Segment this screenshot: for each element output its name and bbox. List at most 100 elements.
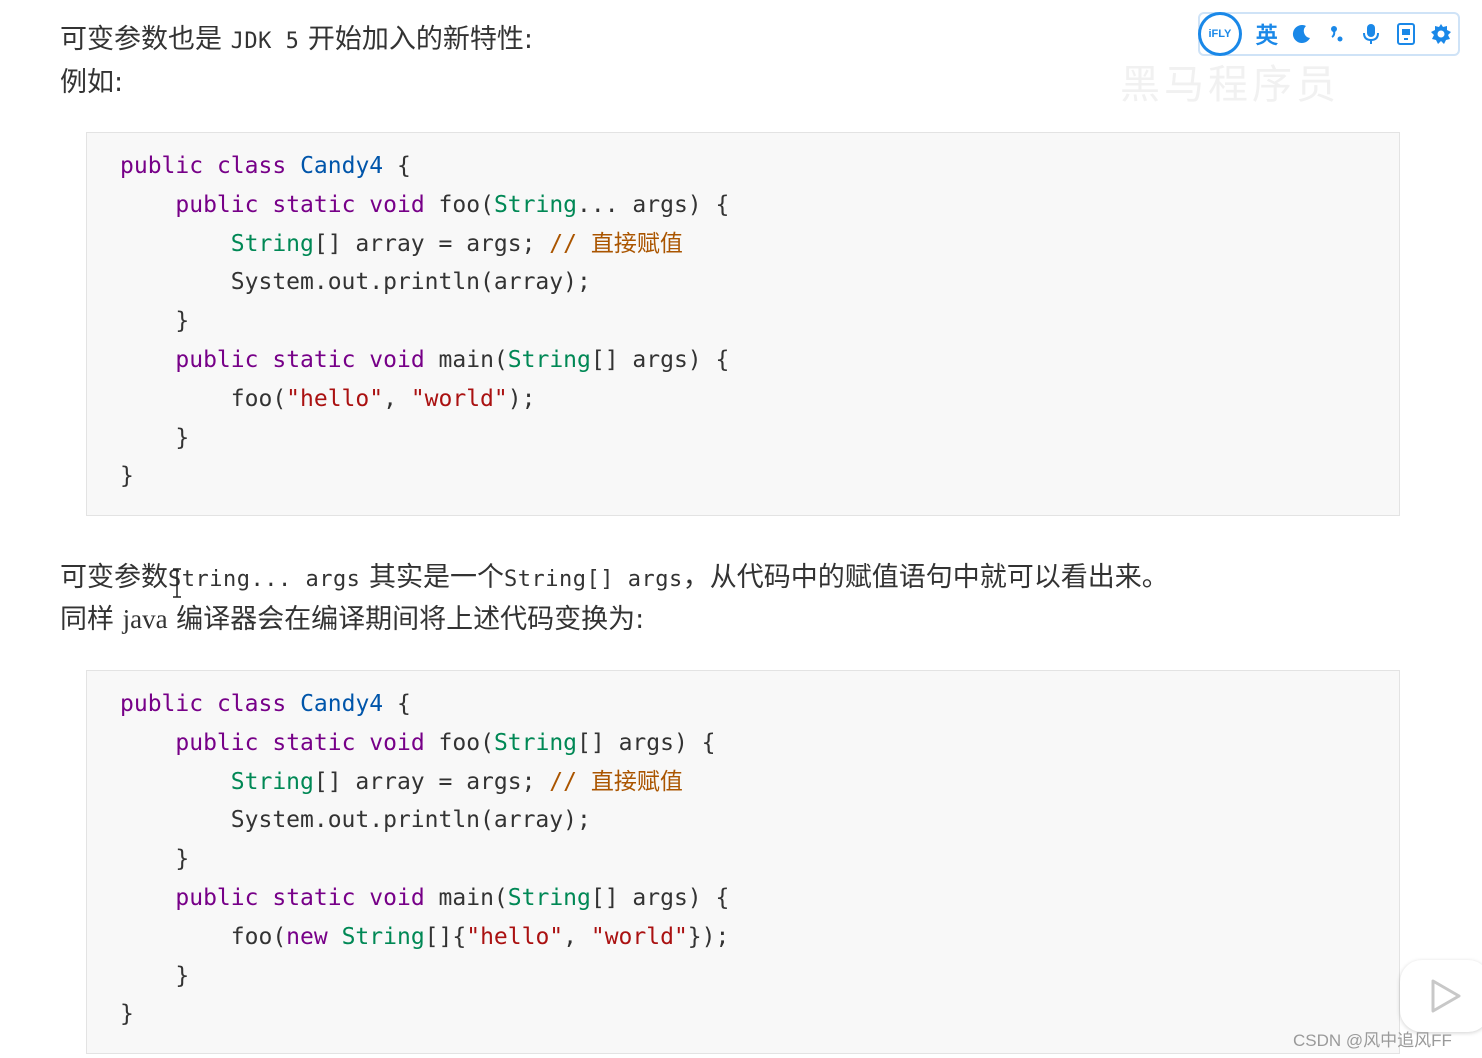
explanation-java-word: java xyxy=(122,604,168,634)
code-line: System.out.println(array); xyxy=(120,263,1399,302)
code-token: [] array = args; xyxy=(313,230,550,257)
punctuation-icon[interactable] xyxy=(1320,17,1354,51)
code-token: System.out.println(array); xyxy=(120,807,591,834)
code-line: } xyxy=(120,840,1399,879)
code-token: public xyxy=(120,691,204,717)
code-line: public class Candy4 { xyxy=(120,685,1399,724)
code-token: } xyxy=(120,846,190,873)
ifly-toolbar: iFLY 英 xyxy=(1198,12,1460,56)
microphone-icon[interactable] xyxy=(1354,17,1388,51)
code-token: main( xyxy=(424,346,508,373)
code-token: static xyxy=(272,729,356,756)
code-token: String xyxy=(507,346,591,373)
code-token: foo( xyxy=(424,191,494,218)
code-token: [] args) { xyxy=(590,884,730,911)
background-watermark: 黑马程序员 xyxy=(1120,62,1340,108)
code-token: System.out.println(array); xyxy=(120,269,591,296)
moon-icon[interactable] xyxy=(1285,17,1319,51)
code-token: new xyxy=(286,923,328,950)
code-token: foo( xyxy=(120,385,287,412)
code-token: String xyxy=(230,768,314,795)
code-token: 直接赋值 xyxy=(590,230,683,257)
code-token: static xyxy=(272,191,356,218)
code-line: } xyxy=(120,302,1399,341)
keyboard-icon[interactable] xyxy=(1389,17,1423,51)
code-token: class xyxy=(216,691,287,717)
code-token: ); xyxy=(507,385,536,412)
code-token: // xyxy=(549,230,591,257)
explanation-line-2-prefix: 同样 xyxy=(60,604,114,635)
code-block-varargs: public class Candy4 { public static void… xyxy=(86,132,1400,516)
code-token: String xyxy=(493,191,578,218)
explanation-code-array: String[] args xyxy=(504,567,683,592)
ifly-logo[interactable]: iFLY xyxy=(1198,12,1242,56)
explanation-text-2: 其实是一个 xyxy=(369,562,505,593)
code-line: } xyxy=(120,995,1399,1034)
code-line: foo(new String[]{"hello", "world"}); xyxy=(120,918,1399,957)
code-line: String[] array = args; // 直接赋值 xyxy=(120,225,1399,264)
code-line: public static void foo(String[] args) { xyxy=(120,724,1399,763)
code-token: "hello" xyxy=(466,923,564,950)
code-token: []{ xyxy=(424,923,467,950)
play-icon xyxy=(1431,979,1461,1013)
code-line: } xyxy=(120,419,1399,458)
intro-line-1-suffix: 开始加入的新特性: xyxy=(307,24,534,55)
code-line: public static void main(String[] args) { xyxy=(120,341,1399,380)
code-token: String xyxy=(341,923,425,950)
code-line: System.out.println(array); xyxy=(120,801,1399,840)
code-line: String[] array = args; // 直接赋值 xyxy=(120,763,1399,802)
code-token: } xyxy=(120,463,134,490)
settings-icon[interactable] xyxy=(1424,17,1458,51)
code-token: String xyxy=(230,230,314,257)
code-line: foo("hello", "world"); xyxy=(120,380,1399,419)
csdn-credit: CSDN @风中追风FF xyxy=(1293,1031,1452,1050)
code-token: [] args) { xyxy=(590,346,730,373)
code-token: public xyxy=(175,729,259,756)
code-token: "world" xyxy=(590,923,688,950)
code-line: public class Candy4 { xyxy=(120,147,1399,186)
code-token: public xyxy=(175,191,259,218)
code-token: , xyxy=(383,385,411,412)
text-cursor-icon xyxy=(173,568,181,598)
code-token: public xyxy=(175,884,259,911)
code-token: void xyxy=(369,191,425,218)
video-play-button[interactable] xyxy=(1400,960,1482,1032)
code-token: } xyxy=(120,1001,134,1028)
code-token: , xyxy=(563,923,591,950)
explanation-line-1: 可变参数String... args 其实是一个String[] args，从代… xyxy=(60,556,1169,601)
code-token: "world" xyxy=(410,385,508,412)
intro-line-1-prefix: 可变参数也是 xyxy=(60,24,222,55)
code-token: foo( xyxy=(424,729,494,756)
code-block-desugared: public class Candy4 { public static void… xyxy=(86,670,1400,1054)
code-token: Candy4 xyxy=(300,691,384,717)
code-token: } xyxy=(120,962,190,989)
code-token: void xyxy=(369,729,425,756)
code-token: main( xyxy=(424,884,508,911)
code-line: public static void main(String[] args) { xyxy=(120,879,1399,918)
language-toggle-button[interactable]: 英 xyxy=(1250,17,1284,51)
code-token: 直接赋值 xyxy=(590,768,683,795)
explanation-text-3: ，从代码中的赋值语句中就可以看出来。 xyxy=(682,562,1169,593)
explanation-text-1: 可变参数 xyxy=(60,562,168,593)
code-token: // xyxy=(549,768,591,795)
code-line: } xyxy=(120,957,1399,996)
explanation-line-2: 同样 java 编译器会在编译期间将上述代码变换为: xyxy=(60,598,644,641)
explanation-code-varargs: String... args xyxy=(168,567,361,592)
